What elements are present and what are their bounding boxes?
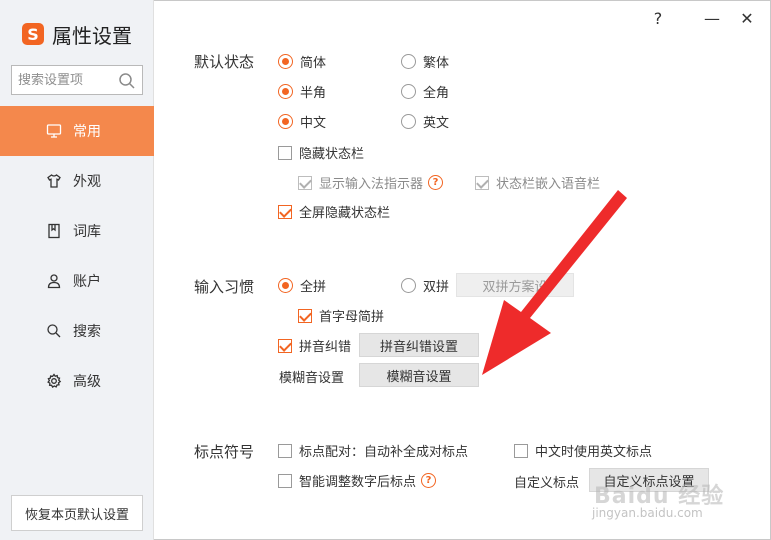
close-button[interactable]: ✕ — [735, 6, 759, 30]
sidebar-item-account[interactable]: 账户 — [0, 256, 154, 306]
minimize-button[interactable]: — — [700, 6, 724, 30]
radio-half-width[interactable]: 半角 — [278, 82, 326, 101]
section-punctuation: 标点符号 — [194, 443, 255, 461]
custom-punct-label: 自定义标点 — [514, 476, 580, 491]
checkbox-initial-abbrev[interactable]: 首字母简拼 — [298, 306, 384, 325]
radio-unchecked — [401, 114, 416, 129]
option-label: 标点配对：自动补全成对标点 — [299, 445, 469, 460]
book-icon — [45, 222, 63, 240]
shirt-icon — [45, 172, 63, 190]
radio-chinese[interactable]: 中文 — [278, 112, 326, 131]
sidebar: S 属性设置 常用 外观 词库 — [0, 0, 154, 540]
sogou-logo: S — [22, 23, 44, 45]
sidebar-item-advanced[interactable]: 高级 — [0, 356, 154, 406]
sidebar-item-common[interactable]: 常用 — [0, 106, 154, 156]
sidebar-item-label: 搜索 — [73, 324, 101, 340]
checkbox-unchecked — [278, 473, 292, 488]
watermark: Baidu 经验 jingyan.baidu.com — [590, 458, 740, 528]
option-label: 隐藏状态栏 — [299, 147, 365, 162]
checkbox-status-bar-voice[interactable]: 状态栏嵌入语音栏 — [475, 173, 600, 192]
checkbox-auto-pair-punct[interactable]: 标点配对：自动补全成对标点 — [278, 441, 468, 460]
help-button[interactable]: ? — [646, 6, 670, 30]
radio-unchecked — [401, 54, 416, 69]
radio-checked — [278, 84, 293, 99]
pinyin-correction-settings-button[interactable]: 拼音纠错设置 — [359, 333, 479, 357]
option-label: 简体 — [300, 56, 327, 71]
checkbox-checked — [278, 204, 292, 219]
sidebar-item-label: 账户 — [73, 274, 101, 290]
option-label: 显示输入法指示器 — [319, 177, 424, 192]
option-label: 全拼 — [300, 280, 327, 295]
option-label: 双拼 — [423, 280, 450, 295]
sidebar-item-appearance[interactable]: 外观 — [0, 156, 154, 206]
radio-double-pinyin[interactable]: 双拼 — [401, 276, 449, 295]
monitor-icon — [45, 122, 63, 140]
fuzzy-sound-label: 模糊音设置 — [279, 371, 345, 386]
app-brand: S 属性设置 — [22, 20, 132, 48]
option-label: 全角 — [423, 86, 450, 101]
checkbox-disabled-checked — [475, 175, 489, 190]
radio-full-pinyin[interactable]: 全拼 — [278, 276, 326, 295]
section-input-habit: 输入习惯 — [194, 278, 255, 296]
checkbox-unchecked — [278, 443, 292, 458]
sidebar-item-label: 高级 — [73, 374, 101, 390]
fuzzy-sound-settings-button[interactable]: 模糊音设置 — [359, 363, 479, 387]
option-label: 拼音纠错 — [299, 340, 352, 355]
checkbox-unchecked — [514, 443, 528, 458]
option-label: 全屏隐藏状态栏 — [299, 206, 391, 221]
watermark-url: jingyan.baidu.com — [592, 506, 703, 520]
search-input[interactable] — [18, 72, 116, 88]
radio-simplified[interactable]: 简体 — [278, 52, 326, 71]
settings-search — [11, 65, 143, 95]
radio-checked — [278, 114, 293, 129]
radio-english[interactable]: 英文 — [401, 112, 449, 131]
help-icon[interactable]: ? — [428, 175, 444, 190]
sidebar-item-search[interactable]: 搜索 — [0, 306, 154, 356]
search-icon — [45, 322, 63, 340]
option-label: 智能调整数字后标点 — [299, 475, 417, 490]
checkbox-checked — [278, 338, 292, 353]
section-default-state: 默认状态 — [194, 53, 255, 71]
checkbox-smart-number-punct[interactable]: 智能调整数字后标点? — [278, 471, 437, 490]
radio-unchecked — [401, 278, 416, 293]
option-label: 中文 — [300, 116, 327, 131]
restore-defaults-button[interactable]: 恢复本页默认设置 — [11, 495, 143, 531]
sidebar-item-label: 词库 — [73, 224, 101, 240]
sidebar-item-label: 外观 — [73, 174, 101, 190]
radio-full-width[interactable]: 全角 — [401, 82, 449, 101]
help-icon[interactable]: ? — [421, 473, 437, 488]
sidebar-nav: 常用 外观 词库 账户 搜索 高级 — [0, 106, 154, 406]
checkbox-show-ime-indicator[interactable]: 显示输入法指示器? — [298, 173, 444, 192]
option-label: 状态栏嵌入语音栏 — [496, 177, 601, 192]
option-label: 英文 — [423, 116, 450, 131]
option-label: 半角 — [300, 86, 327, 101]
sidebar-item-label: 常用 — [73, 124, 101, 140]
gear-icon — [45, 372, 63, 390]
option-label: 繁体 — [423, 56, 450, 71]
checkbox-unchecked — [278, 145, 292, 160]
checkbox-disabled-checked — [298, 175, 312, 190]
sidebar-item-lexicon[interactable]: 词库 — [0, 206, 154, 256]
checkbox-hide-status-bar[interactable]: 隐藏状态栏 — [278, 143, 364, 162]
radio-checked — [278, 278, 293, 293]
double-pinyin-settings-button[interactable]: 双拼方案设 — [456, 273, 574, 297]
radio-checked — [278, 54, 293, 69]
checkbox-checked — [298, 308, 312, 323]
user-icon — [45, 272, 63, 290]
app-title: 属性设置 — [52, 23, 132, 48]
search-icon[interactable] — [118, 72, 136, 90]
option-label: 首字母简拼 — [319, 310, 385, 325]
checkbox-fullscreen-hide-status-bar[interactable]: 全屏隐藏状态栏 — [278, 202, 390, 221]
radio-traditional[interactable]: 繁体 — [401, 52, 449, 71]
radio-unchecked — [401, 84, 416, 99]
checkbox-pinyin-correction[interactable]: 拼音纠错 — [278, 336, 351, 355]
